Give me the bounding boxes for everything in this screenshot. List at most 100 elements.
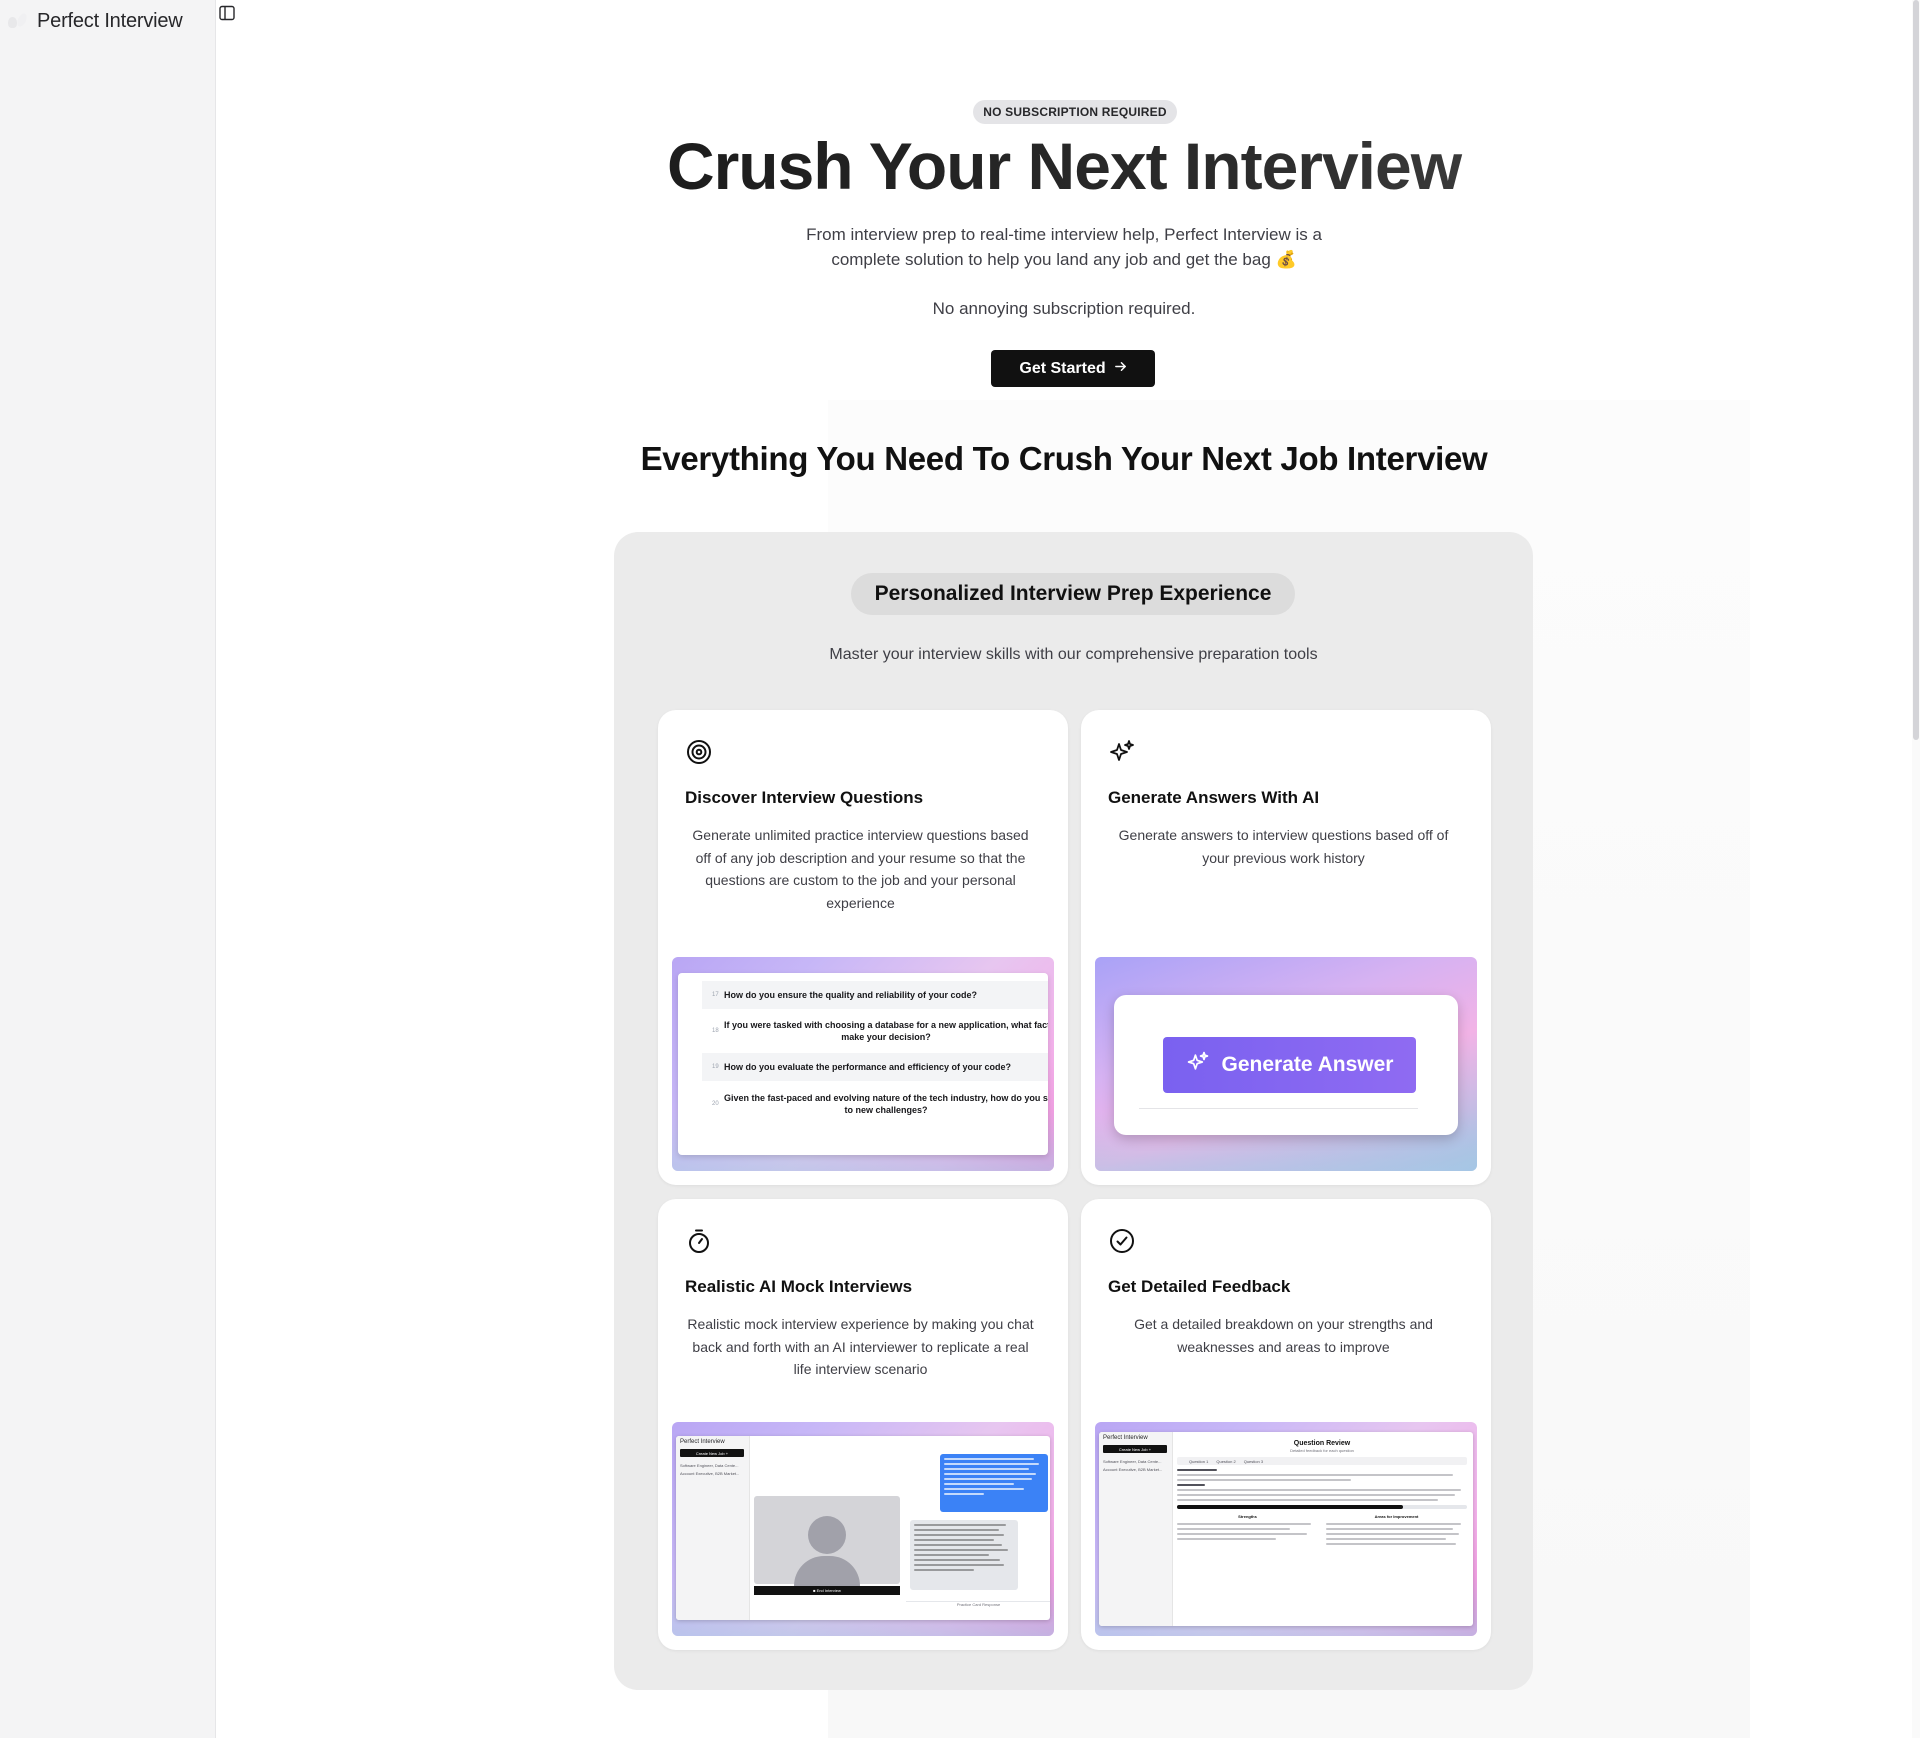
questions-list: 17 How do you ensure the quality and rel… [678, 973, 1048, 1155]
question-text-line: Given the fast-paced and evolving nature… [724, 1093, 1048, 1103]
mock-job-item: Account Executive, B2B Market... [680, 1471, 740, 1476]
question-number: 18 [712, 1028, 719, 1034]
questions-preview: 17 How do you ensure the quality and rel… [672, 957, 1054, 1171]
sidebar: Perfect Interview [0, 0, 216, 1738]
get-started-label: Get Started [1019, 359, 1106, 377]
mock-chat-input: Practice Card Response [906, 1601, 1050, 1609]
avatar-body [794, 1556, 860, 1586]
hero-subtitle-line-1: From interview prep to real-time intervi… [806, 225, 1322, 244]
end-interview-bar: ■ End Interview [754, 1586, 900, 1595]
hero-subtitle-line-2: complete solution to help you land any j… [831, 250, 1297, 269]
logo-icon [6, 9, 30, 33]
get-started-button[interactable]: Get Started [991, 350, 1155, 387]
scrollbar-thumb[interactable] [1913, 0, 1919, 740]
feedback-screenshot: Perfect Interview Create New Job + Softw… [1099, 1432, 1473, 1626]
question-row: 19 How do you evaluate the performance a… [702, 1053, 1048, 1081]
main-content: NO SUBSCRIPTION REQUIRED Crush Your Next… [216, 0, 1912, 1738]
mock-new-job-button: Create New Job + [680, 1449, 744, 1457]
feedback-subtitle: Detailed feedback for each question [1290, 1448, 1354, 1453]
brand-name: Perfect Interview [37, 9, 183, 32]
card-description: Generate unlimited practice interview qu… [692, 827, 1029, 911]
question-number: 20 [712, 1101, 719, 1107]
mock-job-item: Account Executive, B2B Market... [1103, 1467, 1163, 1472]
question-text: Given the fast-paced and evolving nature… [702, 1092, 1048, 1116]
features-panel: Personalized Interview Prep Experience M… [614, 532, 1533, 1690]
mock-interview-screenshot: Perfect Interview Create New Job + Softw… [676, 1436, 1050, 1620]
mock-interview-preview: Perfect Interview Create New Job + Softw… [672, 1422, 1054, 1636]
sparkles-icon [1108, 738, 1136, 766]
scrollbar[interactable] [1912, 0, 1920, 1738]
strengths-heading: Strengths [1238, 1514, 1257, 1519]
feature-card-questions: Discover Interview Questions Generate un… [658, 710, 1068, 1185]
question-number: 19 [712, 1064, 719, 1070]
mock-brand: Perfect Interview [680, 1439, 725, 1445]
panel-pill: Personalized Interview Prep Experience [851, 573, 1295, 615]
question-text-line: to new challenges? [844, 1105, 928, 1115]
feedback-tab: Question 3 [1243, 1458, 1264, 1464]
sparkles-icon [1186, 1050, 1210, 1080]
generate-answer-preview: Generate Answer [1095, 957, 1477, 1171]
feature-card-mock-interviews: Realistic AI Mock Interviews Realistic m… [658, 1199, 1068, 1650]
card-title: Get Detailed Feedback [1108, 1277, 1291, 1296]
card-title: Generate Answers With AI [1108, 788, 1320, 807]
chat-lines [914, 1524, 1014, 1574]
card-description: Get a detailed breakdown on your strengt… [1134, 1316, 1433, 1355]
timer-icon [685, 1227, 713, 1255]
strengths-lines [1177, 1523, 1318, 1540]
feedback-columns: Strengths Areas for Improvement [1177, 1514, 1467, 1548]
panel-subtitle: Master your interview skills with our co… [829, 646, 1318, 663]
question-text: If you were tasked with choosing a datab… [702, 1019, 1048, 1043]
mock-sidebar: Perfect Interview Create New Job + Softw… [676, 1436, 750, 1620]
chat-bubble-user [940, 1454, 1048, 1512]
interviewer-video [754, 1496, 900, 1586]
card-title: Discover Interview Questions [685, 788, 924, 807]
generate-answer-box: Generate Answer [1114, 995, 1458, 1135]
chat-bubble-interviewer [910, 1520, 1018, 1590]
feedback-tabs: Question 1 Question 2 Question 3 [1177, 1457, 1467, 1465]
hero-note: No annoying subscription required. [932, 299, 1196, 318]
features-section-title: Everything You Need To Crush Your Next J… [640, 440, 1488, 477]
divider [1139, 1108, 1418, 1109]
hero-subtitle: From interview prep to real-time intervi… [216, 222, 1912, 272]
question-text-line: If you were tasked with choosing a datab… [724, 1020, 1048, 1030]
brand[interactable]: Perfect Interview [0, 6, 183, 36]
mock-job-item: Software Engineer, Data Cente... [1103, 1459, 1162, 1464]
card-title: Realistic AI Mock Interviews [685, 1277, 913, 1296]
score-progress [1177, 1505, 1467, 1509]
question-row: 18 If you were tasked with choosing a da… [702, 1011, 1048, 1051]
feedback-tab: Question 2 [1216, 1458, 1236, 1464]
improvements-column: Areas for Improvement [1326, 1514, 1467, 1548]
feedback-title: Question Review [1293, 1440, 1351, 1447]
improvements-heading: Areas for Improvement [1374, 1514, 1419, 1519]
card-description: Generate answers to interview questions … [1118, 827, 1449, 866]
avatar-head [808, 1516, 846, 1554]
feedback-main: Question Review Detailed feedback for ea… [1177, 1440, 1467, 1548]
mock-brand: Perfect Interview [1103, 1435, 1148, 1441]
question-row: 20 Given the fast-paced and evolving nat… [702, 1083, 1048, 1125]
question-row: 17 How do you ensure the quality and rel… [702, 981, 1048, 1009]
strengths-column: Strengths [1177, 1514, 1318, 1548]
question-text: How do you evaluate the performance and … [724, 1062, 1012, 1072]
question-text: How do you ensure the quality and reliab… [724, 990, 978, 1000]
hero-title: Crush Your Next Interview [216, 128, 1912, 204]
chat-lines [944, 1458, 1044, 1498]
arrow-right-icon [1114, 360, 1127, 377]
mock-new-job-button: Create New Job + [1103, 1445, 1167, 1453]
feedback-text-lines [1177, 1469, 1467, 1501]
question-text-line: make your decision? [841, 1032, 931, 1042]
feature-card-answers: Generate Answers With AI Generate answer… [1081, 710, 1491, 1185]
generate-answer-label: Generate Answer [1221, 1053, 1394, 1076]
feedback-preview: Perfect Interview Create New Job + Softw… [1095, 1422, 1477, 1636]
question-number: 17 [712, 992, 719, 998]
feature-card-feedback: Get Detailed Feedback Get a detailed bre… [1081, 1199, 1491, 1650]
mock-job-item: Software Engineer, Data Cente... [680, 1463, 739, 1468]
mock-sidebar: Perfect Interview Create New Job + Softw… [1099, 1432, 1173, 1626]
score-progress-fill [1177, 1505, 1404, 1509]
subscription-badge: NO SUBSCRIPTION REQUIRED [973, 100, 1177, 124]
feedback-tab: Question 1 [1189, 1458, 1209, 1464]
generate-answer-button[interactable]: Generate Answer [1163, 1037, 1416, 1093]
improvements-lines [1326, 1523, 1467, 1545]
check-circle-icon [1108, 1227, 1136, 1255]
card-description: Realistic mock interview experience by m… [687, 1316, 1034, 1377]
target-icon [685, 738, 713, 766]
